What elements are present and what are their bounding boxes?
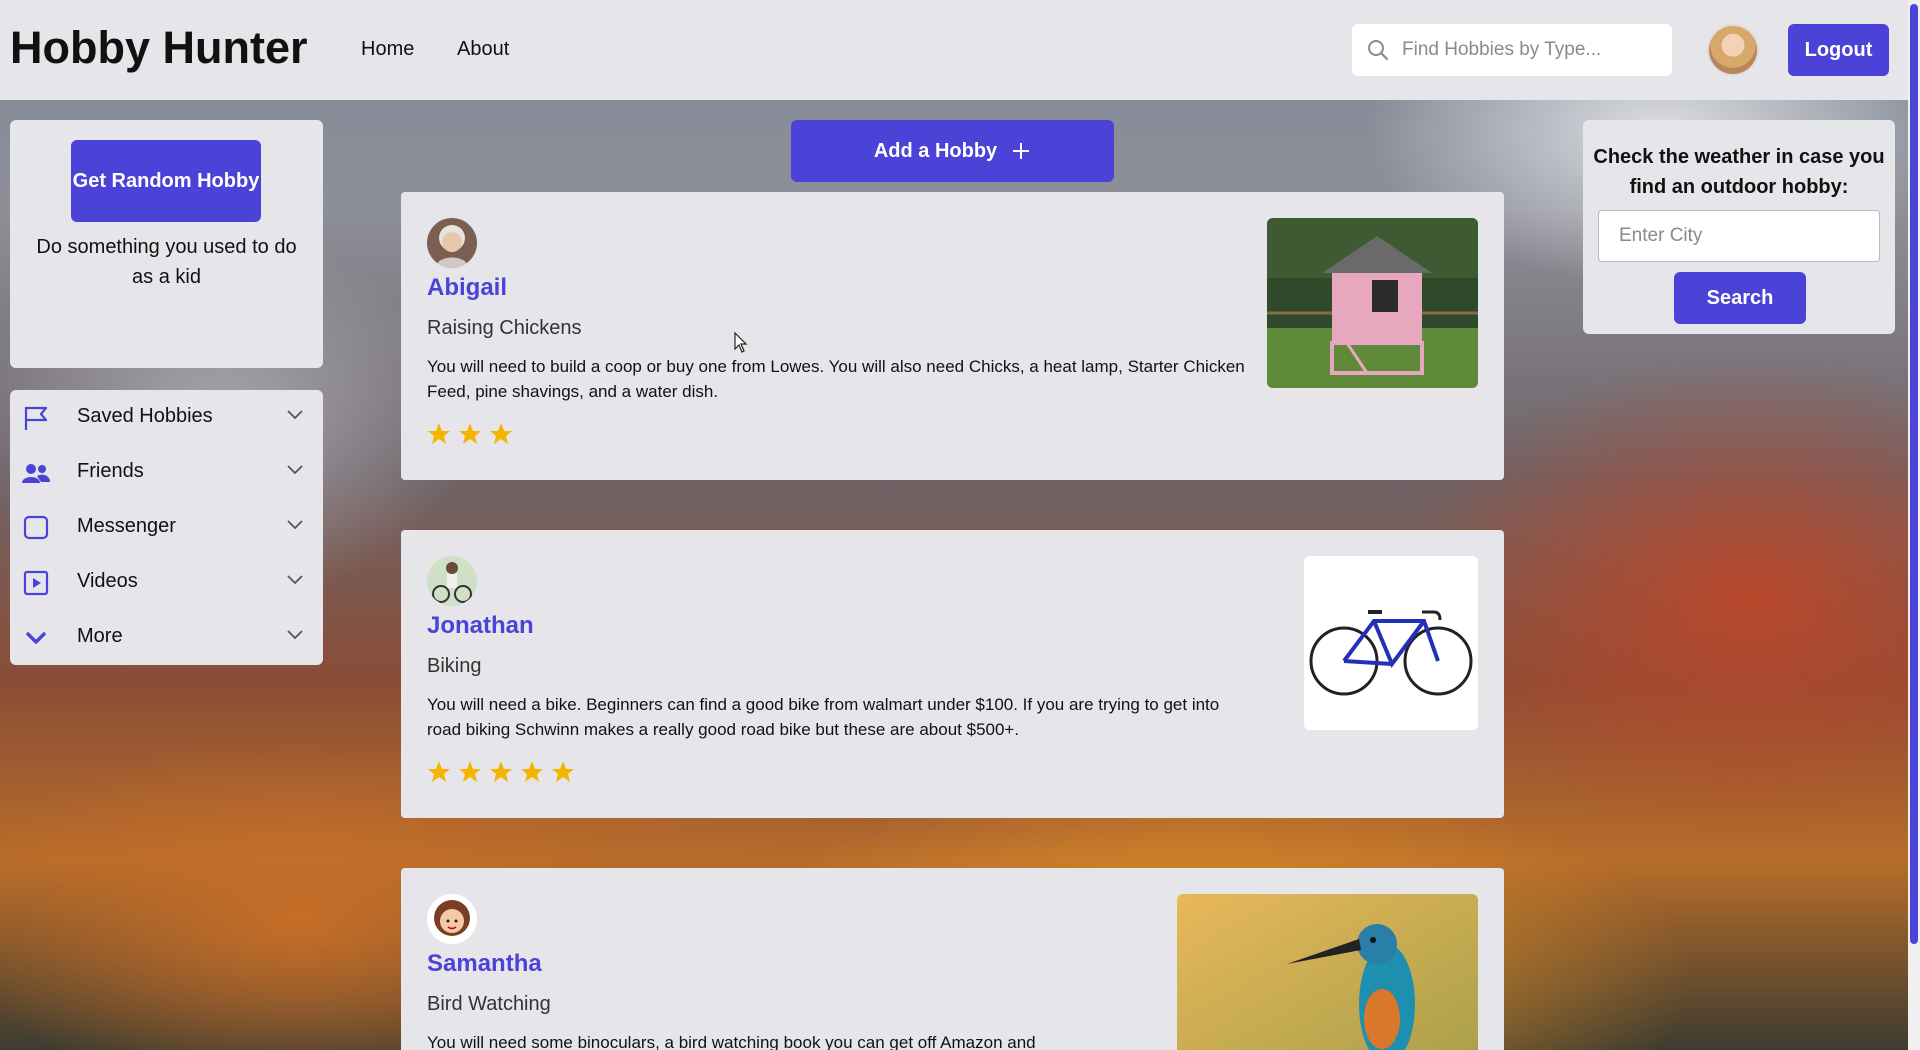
- top-navbar: Hobby Hunter Home About Logout: [0, 0, 1908, 100]
- star-rating: [427, 422, 513, 446]
- message-icon: [23, 515, 49, 540]
- sidebar-item-label: More: [77, 625, 123, 647]
- hobby-search-input[interactable]: [1402, 39, 1652, 61]
- author-name[interactable]: Abigail: [427, 274, 507, 302]
- sidebar-item-saved-hobbies[interactable]: Saved Hobbies: [10, 390, 323, 445]
- sidebar-item-label: Friends: [77, 460, 144, 482]
- brand-logo[interactable]: Hobby Hunter: [10, 22, 308, 74]
- hobby-search-box: [1352, 24, 1672, 76]
- search-icon: [1368, 40, 1389, 61]
- chevron-down-icon: [287, 575, 303, 585]
- hobby-title: Raising Chickens: [427, 317, 582, 339]
- star-icon: [428, 761, 450, 782]
- logout-button[interactable]: Logout: [1788, 24, 1889, 76]
- sidebar-menu: Saved Hobbies Friends Messenger Videos M…: [10, 390, 323, 665]
- video-icon: [23, 570, 49, 596]
- city-input[interactable]: [1598, 210, 1880, 262]
- sidebar-item-messenger[interactable]: Messenger: [10, 500, 323, 555]
- star-icon: [490, 423, 512, 444]
- star-icon: [459, 423, 481, 444]
- user-avatar[interactable]: [1707, 24, 1759, 76]
- add-hobby-button[interactable]: Add a Hobby: [791, 120, 1114, 182]
- plus-icon: [1013, 143, 1030, 159]
- sidebar-item-label: Messenger: [77, 515, 176, 537]
- sidebar-item-label: Videos: [77, 570, 138, 592]
- chevron-down-icon: [287, 630, 303, 640]
- hobby-description: You will need to build a coop or buy one…: [427, 357, 1245, 401]
- author-avatar[interactable]: [427, 894, 477, 944]
- hobby-description: You will need some binoculars, a bird wa…: [427, 1033, 1036, 1050]
- hobby-title: Bird Watching: [427, 993, 551, 1015]
- hobby-post: Abigail Raising Chickens You will need t…: [401, 192, 1504, 480]
- flag-icon: [24, 406, 48, 430]
- author-name[interactable]: Jonathan: [427, 612, 534, 640]
- nav-home-link[interactable]: Home: [361, 38, 414, 61]
- hobby-post: Jonathan Biking You will need a bike. Be…: [401, 530, 1504, 818]
- weather-search-button[interactable]: Search: [1674, 272, 1806, 324]
- weather-card: Check the weather in case you find an ou…: [1583, 120, 1895, 334]
- hobby-post: Samantha Bird Watching You will need som…: [401, 868, 1504, 1050]
- add-hobby-label: Add a Hobby: [873, 139, 998, 162]
- sidebar-item-videos[interactable]: Videos: [10, 555, 323, 610]
- chicken-coop-image: [1267, 218, 1478, 388]
- bicycle-image: [1304, 556, 1478, 730]
- nav-about-link[interactable]: About: [457, 38, 509, 61]
- get-random-hobby-button[interactable]: Get Random Hobby: [71, 140, 261, 222]
- star-icon: [490, 761, 512, 782]
- hobby-description: You will need a bike. Beginners can find…: [427, 695, 1220, 739]
- elderly-woman-avatar-image: [427, 218, 477, 268]
- scrollbar-thumb[interactable]: [1910, 4, 1918, 944]
- star-icon: [459, 761, 481, 782]
- star-rating: [427, 760, 575, 784]
- star-icon: [552, 761, 574, 782]
- random-hobby-card: Get Random Hobby Do something you used t…: [10, 120, 323, 368]
- sidebar-item-label: Saved Hobbies: [77, 405, 213, 427]
- author-name[interactable]: Samantha: [427, 950, 542, 978]
- star-icon: [521, 761, 543, 782]
- sidebar-item-friends[interactable]: Friends: [10, 445, 323, 500]
- chevron-down-bold-icon: [26, 632, 46, 644]
- kingfisher-image: [1177, 894, 1478, 1050]
- author-avatar[interactable]: [427, 556, 477, 606]
- cartoon-girl-avatar-image: [427, 894, 477, 944]
- cyclist-avatar-image: [427, 556, 477, 606]
- chevron-down-icon: [287, 410, 303, 420]
- hobby-title: Biking: [427, 655, 482, 677]
- star-icon: [428, 423, 450, 444]
- page-scrollbar[interactable]: [1908, 0, 1920, 1050]
- mouse-cursor-icon: [734, 332, 748, 353]
- users-icon: [22, 464, 50, 483]
- chevron-down-icon: [287, 465, 303, 475]
- chevron-down-icon: [287, 520, 303, 530]
- random-hobby-suggestion: Do something you used to do as a kid: [36, 236, 297, 288]
- author-avatar[interactable]: [427, 218, 477, 268]
- sidebar-item-more[interactable]: More: [10, 610, 323, 665]
- weather-title: Check the weather in case you find an ou…: [1593, 146, 1885, 198]
